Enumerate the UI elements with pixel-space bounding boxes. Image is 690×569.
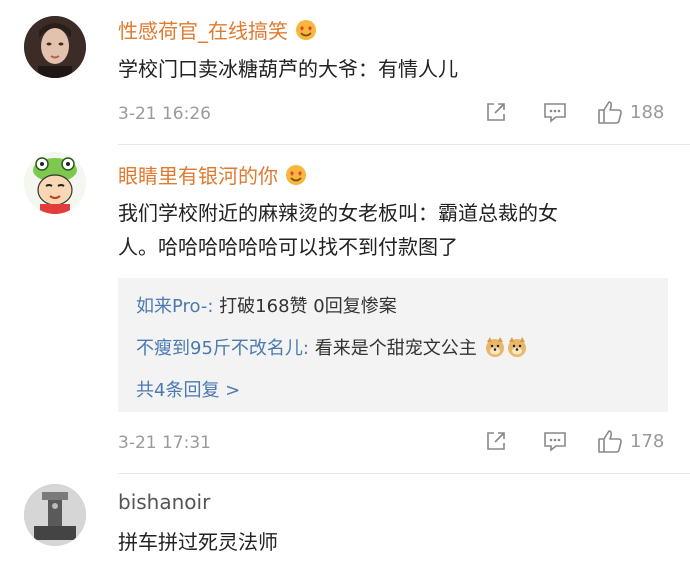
reply-username[interactable]: 如来Pro-: xyxy=(136,296,213,317)
comment-text-line: 我们学校附近的麻辣烫的女老板叫：霸道总裁的女 xyxy=(118,201,558,225)
doge-emoji-icon xyxy=(508,337,527,357)
share-button[interactable] xyxy=(484,100,508,124)
username-text[interactable]: 眼睛里有银河的你 xyxy=(118,164,278,188)
comment-text: 拼车拼过死灵法师 xyxy=(118,530,278,554)
heart-eyes-emoji-icon xyxy=(286,165,306,185)
like-count: 188 xyxy=(630,101,665,123)
username[interactable]: 性感荷官_在线搞笑 xyxy=(118,15,318,44)
avatar[interactable] xyxy=(24,484,86,546)
replies-box[interactable]: 如来Pro-: 打破168赞 0回复惨案 不瘦到95斤不改名儿: 看来是个甜宠文… xyxy=(118,278,668,412)
reply-item[interactable]: 如来Pro-: 打破168赞 0回复惨案 xyxy=(136,292,397,318)
more-replies-link[interactable]: 共4条回复 > xyxy=(136,376,240,402)
heart-eyes-emoji-icon xyxy=(296,20,316,40)
reply-item[interactable]: 不瘦到95斤不改名儿: 看来是个甜宠文公主 xyxy=(136,334,528,360)
timestamp: 3-21 16:26 xyxy=(118,104,211,124)
thumbs-up-icon xyxy=(598,101,622,124)
share-button[interactable] xyxy=(484,429,508,453)
comment-text: 学校门口卖冰糖葫芦的大爷：有情人儿 xyxy=(118,57,458,81)
comment-button[interactable] xyxy=(542,429,568,453)
reply-text: 看来是个甜宠文公主 xyxy=(308,338,477,359)
avatar-portrait-icon xyxy=(24,16,86,78)
username[interactable]: bishanoir xyxy=(118,490,210,514)
username-text[interactable]: 性感荷官_在线搞笑 xyxy=(118,19,288,43)
thumbs-up-icon xyxy=(598,430,622,453)
comment-bubble-icon xyxy=(544,432,566,452)
like-count: 178 xyxy=(630,430,665,452)
share-icon xyxy=(487,432,505,450)
share-icon xyxy=(487,103,505,121)
comment-text: 我们学校附近的麻辣烫的女老板叫：霸道总裁的女 人。哈哈哈哈哈哈可以找不到付款图了 xyxy=(118,196,678,264)
avatar[interactable] xyxy=(24,152,86,214)
comment-bubble-icon xyxy=(544,103,566,123)
comment-text-line: 人。哈哈哈哈哈哈可以找不到付款图了 xyxy=(118,235,458,259)
reply-username[interactable]: 不瘦到95斤不改名儿: xyxy=(136,338,309,359)
avatar[interactable] xyxy=(24,16,86,78)
timestamp: 3-21 17:31 xyxy=(118,433,211,453)
divider xyxy=(118,144,690,145)
username-text[interactable]: bishanoir xyxy=(118,490,210,514)
username[interactable]: 眼睛里有银河的你 xyxy=(118,160,308,189)
doge-emoji-icon xyxy=(486,337,505,357)
crayon-shin-chan-frog-avatar-icon xyxy=(24,152,86,214)
like-button[interactable]: 188 xyxy=(596,99,664,125)
divider xyxy=(118,473,690,474)
comment-button[interactable] xyxy=(542,100,568,124)
like-button[interactable]: 178 xyxy=(596,428,664,454)
reply-text: 打破168赞 0回复惨案 xyxy=(213,296,397,317)
grayscale-photo-avatar-icon xyxy=(24,484,86,546)
